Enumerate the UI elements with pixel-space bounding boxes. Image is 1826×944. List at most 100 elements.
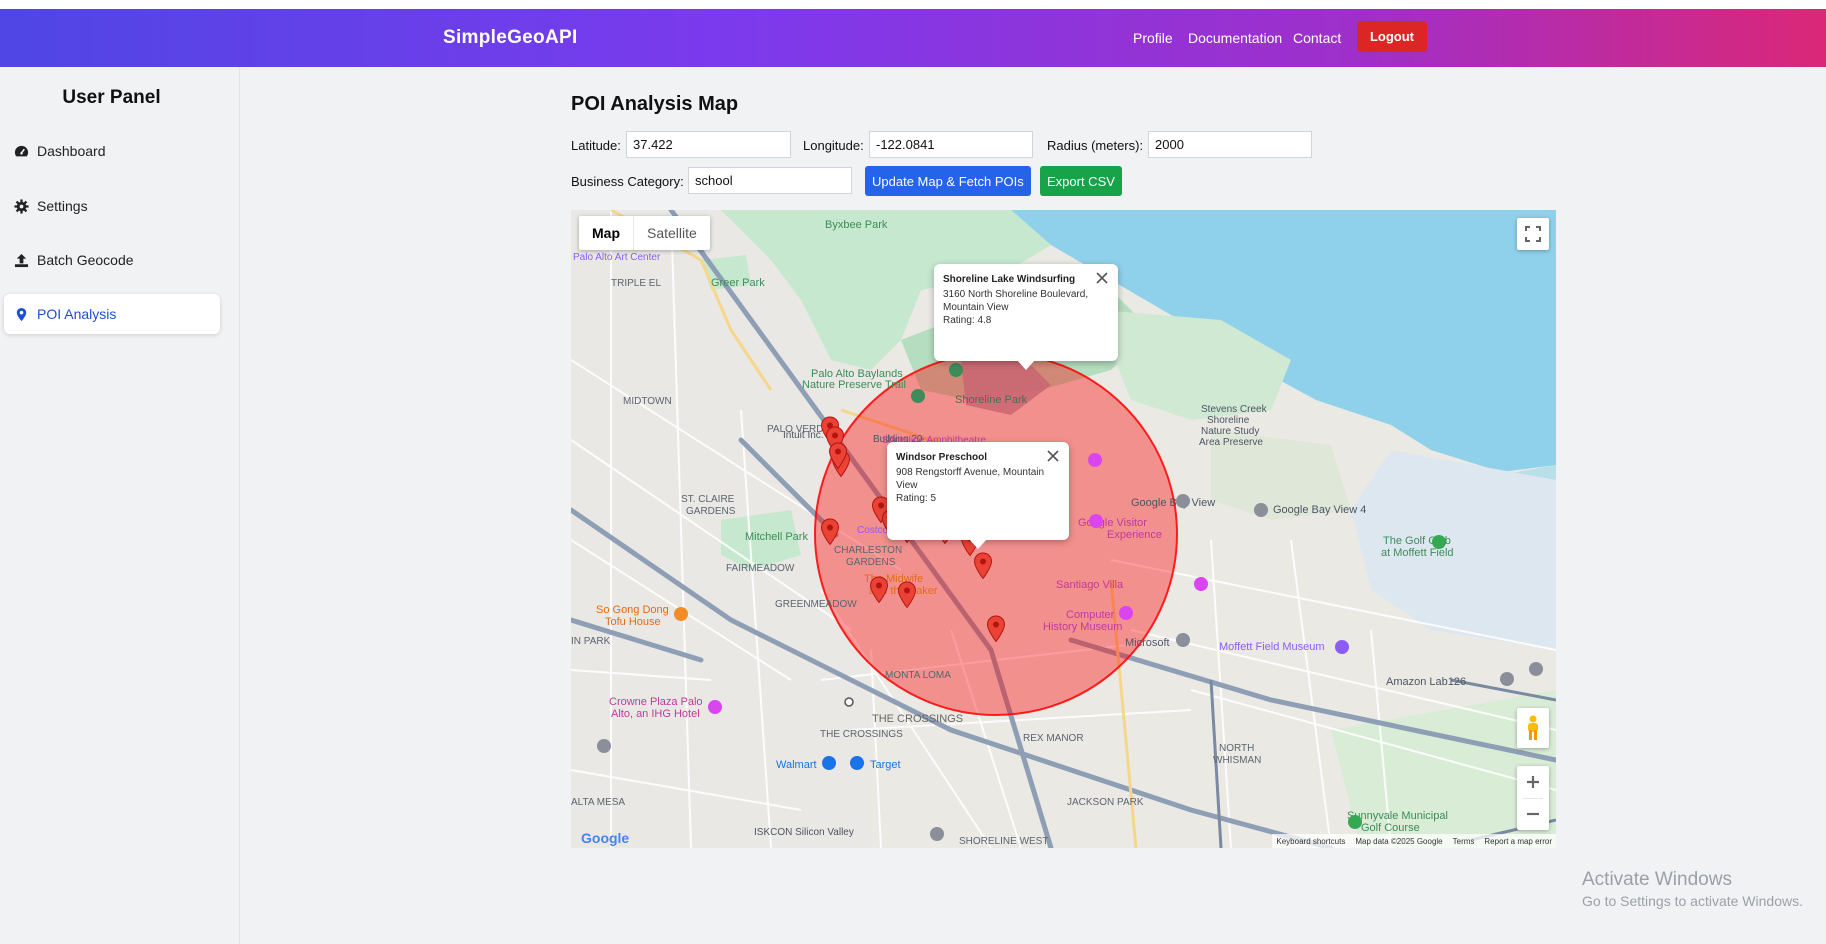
map-label: GARDENS <box>846 557 896 568</box>
map-attribution: Keyboard shortcuts Map data ©2025 Google… <box>1272 834 1556 848</box>
map-data-text: Map data ©2025 Google <box>1355 836 1443 846</box>
radius-input[interactable] <box>1148 131 1312 158</box>
poi-map[interactable]: TRIPLE EL MIDTOWN PALO VERDE ST. CLAIRE … <box>571 210 1556 848</box>
windows-activation-watermark: Activate Windows Go to Settings to activ… <box>1582 869 1803 909</box>
poi-address-line: View <box>896 480 918 491</box>
poi-name: Windsor Preschool <box>896 452 988 463</box>
map-label: JACKSON PARK <box>1067 797 1144 808</box>
minus-icon <box>1527 812 1539 816</box>
map-label: NORTH <box>1219 743 1254 754</box>
longitude-input[interactable] <box>869 131 1033 158</box>
map-label: Shoreline <box>1207 415 1250 426</box>
info-window-windsor-preschool[interactable]: Windsor Preschool 908 Rengstorff Avenue,… <box>887 442 1069 549</box>
map-label: So Gong Dong <box>596 604 669 616</box>
keyboard-shortcuts-link[interactable]: Keyboard shortcuts <box>1276 837 1345 846</box>
sidebar-item-label: POI Analysis <box>37 306 117 322</box>
poi-address-line: 908 Rengstorff Avenue, Mountain <box>896 467 1045 478</box>
latitude-input[interactable] <box>626 131 791 158</box>
map-label: THE CROSSINGS <box>820 729 903 740</box>
map-label: MONTA LOMA <box>885 670 951 681</box>
top-navbar: SimpleGeoAPI Profile Documentation Conta… <box>0 9 1826 67</box>
poi-name: Shoreline Lake Windsurfing <box>943 274 1076 285</box>
map-label: IN PARK <box>571 636 611 647</box>
sidebar-item-label: Batch Geocode <box>37 252 134 268</box>
map-label: SHORELINE WEST <box>959 836 1048 847</box>
zoom-out-button[interactable] <box>1517 798 1549 830</box>
zoom-control <box>1517 766 1549 830</box>
watermark-title: Activate Windows <box>1582 869 1732 890</box>
brand-logo[interactable]: SimpleGeoAPI <box>443 27 578 49</box>
map-label: Crowne Plaza Palo <box>609 696 703 708</box>
nav-profile-link[interactable]: Profile <box>1133 30 1173 46</box>
dashboard-icon <box>14 145 29 157</box>
terms-link[interactable]: Terms <box>1453 837 1475 846</box>
map-label: THE CROSSINGS <box>872 713 963 725</box>
poi-rating: Rating: 4.8 <box>943 315 992 326</box>
sidebar-item-batch-geocode[interactable]: Batch Geocode <box>4 240 220 280</box>
map-pin-icon <box>16 307 27 322</box>
poi-marker-pin-icon[interactable] <box>828 442 848 470</box>
map-label: Walmart <box>776 759 817 771</box>
browser-top-strip <box>0 0 1826 9</box>
poi-marker-pin-icon[interactable] <box>973 552 993 580</box>
google-logo: Google <box>581 830 629 846</box>
poi-marker-pin-icon[interactable] <box>897 581 917 609</box>
sidebar-item-label: Settings <box>37 198 88 214</box>
map-label: Microsoft <box>1125 637 1170 649</box>
pegman-icon <box>1528 715 1538 740</box>
gear-icon <box>14 199 29 214</box>
map-type-map-button[interactable]: Map <box>579 216 634 250</box>
poi-rating: Rating: 5 <box>896 493 937 504</box>
map-label: Greer Park <box>711 277 765 289</box>
map-label: ISKCON Silicon Valley <box>754 827 854 838</box>
map-label: WHISMAN <box>1213 755 1261 766</box>
map-label: REX MANOR <box>1023 733 1084 744</box>
close-icon[interactable] <box>1045 448 1061 464</box>
fullscreen-button[interactable] <box>1517 218 1549 250</box>
update-map-button[interactable]: Update Map & Fetch POIs <box>865 166 1031 196</box>
poi-marker-pin-icon[interactable] <box>869 576 889 604</box>
google-logo-text: Google <box>581 830 630 846</box>
sidebar-title: User Panel <box>62 87 161 108</box>
logout-button[interactable]: Logout <box>1357 21 1427 52</box>
report-error-link[interactable]: Report a map error <box>1484 837 1552 846</box>
map-label: Amazon Lab126 <box>1386 676 1466 688</box>
map-label: GREENMEADOW <box>775 599 857 610</box>
map-label: Byxbee Park <box>825 219 888 231</box>
page-title: POI Analysis Map <box>571 93 739 115</box>
map-label: Santiago Villa <box>1056 579 1124 591</box>
map-label: at Moffett Field <box>1381 547 1454 559</box>
map-label: Nature Preserve Trail <box>802 379 906 391</box>
map-label: Experience <box>1107 529 1162 541</box>
map-type-control: Map Satellite <box>579 216 710 250</box>
street-view-pegman[interactable] <box>1517 708 1549 748</box>
nav-documentation-link[interactable]: Documentation <box>1188 30 1282 46</box>
map-label: Golf Course <box>1361 822 1420 834</box>
watermark-subtitle: Go to Settings to activate Windows. <box>1582 893 1803 909</box>
user-panel-sidebar: User Panel Dashboard Settings Batch Geoc… <box>0 67 240 944</box>
map-label: MIDTOWN <box>623 396 672 407</box>
export-csv-button[interactable]: Export CSV <box>1040 166 1122 196</box>
sidebar-item-settings[interactable]: Settings <box>4 186 220 226</box>
poi-marker-pin-icon[interactable] <box>986 615 1006 643</box>
map-label: TRIPLE EL <box>611 278 661 289</box>
close-icon[interactable] <box>1094 270 1110 286</box>
fullscreen-icon <box>1525 226 1541 242</box>
sidebar-item-dashboard[interactable]: Dashboard <box>4 131 220 171</box>
map-label: Google Bay View <box>1131 497 1215 509</box>
map-label: History Museum <box>1043 621 1122 633</box>
sidebar-item-poi-analysis[interactable]: POI Analysis <box>4 294 220 334</box>
zoom-in-button[interactable] <box>1517 766 1549 798</box>
business-category-input[interactable] <box>688 167 852 194</box>
business-category-label: Business Category: <box>571 174 684 189</box>
poi-address-line: Mountain View <box>943 302 1009 313</box>
poi-marker-pin-icon[interactable] <box>820 518 840 546</box>
map-label: Intuit Inc. <box>783 430 824 441</box>
map-label: Shoreline Park <box>955 394 1028 406</box>
map-label: Nature Study <box>1201 426 1259 437</box>
map-type-satellite-button[interactable]: Satellite <box>634 216 710 250</box>
map-label: ST. CLAIRE <box>681 494 735 505</box>
info-window-shoreline-lake[interactable]: Shoreline Lake Windsurfing 3160 North Sh… <box>934 264 1118 370</box>
nav-contact-link[interactable]: Contact <box>1293 30 1341 46</box>
upload-icon <box>14 253 29 268</box>
